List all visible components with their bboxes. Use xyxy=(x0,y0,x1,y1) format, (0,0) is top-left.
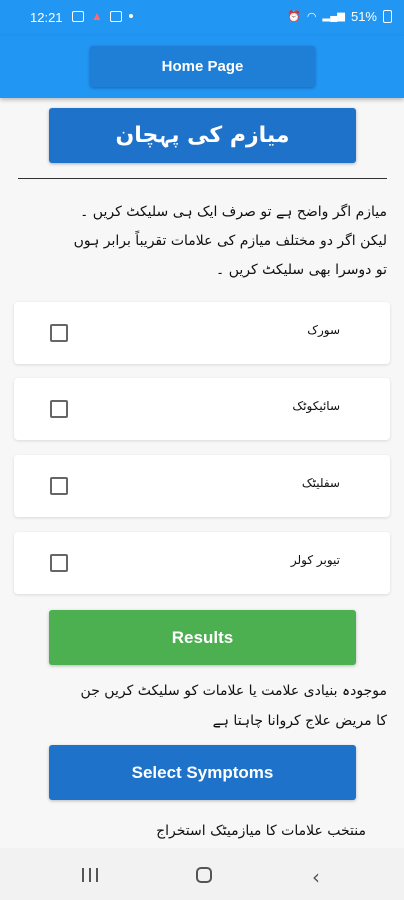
extract-text: منتخب علامات کا میازمیٹک استخراج xyxy=(156,823,366,839)
status-left-icons: ▲ xyxy=(72,9,133,23)
checkbox[interactable] xyxy=(50,554,68,572)
instruction-line: تو دوسرا بھی سلیکٹ کریں ۔ xyxy=(216,262,387,278)
status-time: 12:21 xyxy=(30,10,63,25)
miasm-identification-button[interactable]: میازم کی پہچان xyxy=(49,108,356,163)
checkbox[interactable] xyxy=(50,324,68,342)
battery-percent: 51% xyxy=(350,9,377,24)
back-icon[interactable]: ‹ xyxy=(312,865,320,889)
instruction-line: میازم اگر واضح ہے تو صرف ایک ہی سلیکٹ کر… xyxy=(80,204,387,220)
signal-icon: ▂▄▆ xyxy=(322,11,345,22)
miasm-option-sycotic[interactable]: سائیکوٹک xyxy=(14,378,390,440)
status-bar: 12:21 ▲ ⏰ ◠ ▂▄▆ 51% xyxy=(0,0,404,36)
battery-icon xyxy=(383,10,392,23)
select-symptoms-button[interactable]: Select Symptoms xyxy=(49,745,356,800)
alarm-icon: ⏰ xyxy=(287,11,301,23)
checkbox[interactable] xyxy=(50,400,68,418)
miasm-label: سفلیٹک xyxy=(301,476,340,490)
checkbox[interactable] xyxy=(50,477,68,495)
recent-apps-icon[interactable] xyxy=(82,868,98,882)
select-instruction-line: موجودہ بنیادی علامت یا علامات کو سلیکٹ ک… xyxy=(80,683,387,699)
youtube-icon xyxy=(109,10,122,22)
miasm-label: سورک xyxy=(307,323,340,337)
miasm-label: تیوبر کولر xyxy=(290,553,340,567)
miasm-option-tubercular[interactable]: تیوبر کولر xyxy=(14,532,390,594)
divider xyxy=(18,178,387,179)
home-page-button[interactable]: Home Page xyxy=(90,46,315,87)
instruction-line: لیکن اگر دو مختلف میازم کی علامات تقریبا… xyxy=(73,233,387,249)
status-right-icons: ⏰ ◠ ▂▄▆ 51% xyxy=(287,9,392,24)
image-icon xyxy=(72,10,84,22)
dot-icon xyxy=(128,14,133,18)
app-bar: Home Page xyxy=(0,36,404,98)
results-button[interactable]: Results xyxy=(49,610,356,665)
miasm-option-syphilitic[interactable]: سفلیٹک xyxy=(14,455,390,517)
miasm-label: سائیکوٹک xyxy=(292,399,340,413)
nav-bar: ‹ xyxy=(0,848,404,900)
select-instruction-text: موجودہ بنیادی علامت یا علامات کو سلیکٹ ک… xyxy=(18,676,387,736)
instructions-text: میازم اگر واضح ہے تو صرف ایک ہی سلیکٹ کر… xyxy=(18,198,387,285)
warning-icon: ▲ xyxy=(91,9,103,23)
select-instruction-line: کا مریض علاج کروانا چاہتا ہے xyxy=(212,713,387,729)
miasm-option-psora[interactable]: سورک xyxy=(14,302,390,364)
wifi-icon: ◠ xyxy=(306,11,317,23)
home-icon[interactable] xyxy=(196,867,212,883)
